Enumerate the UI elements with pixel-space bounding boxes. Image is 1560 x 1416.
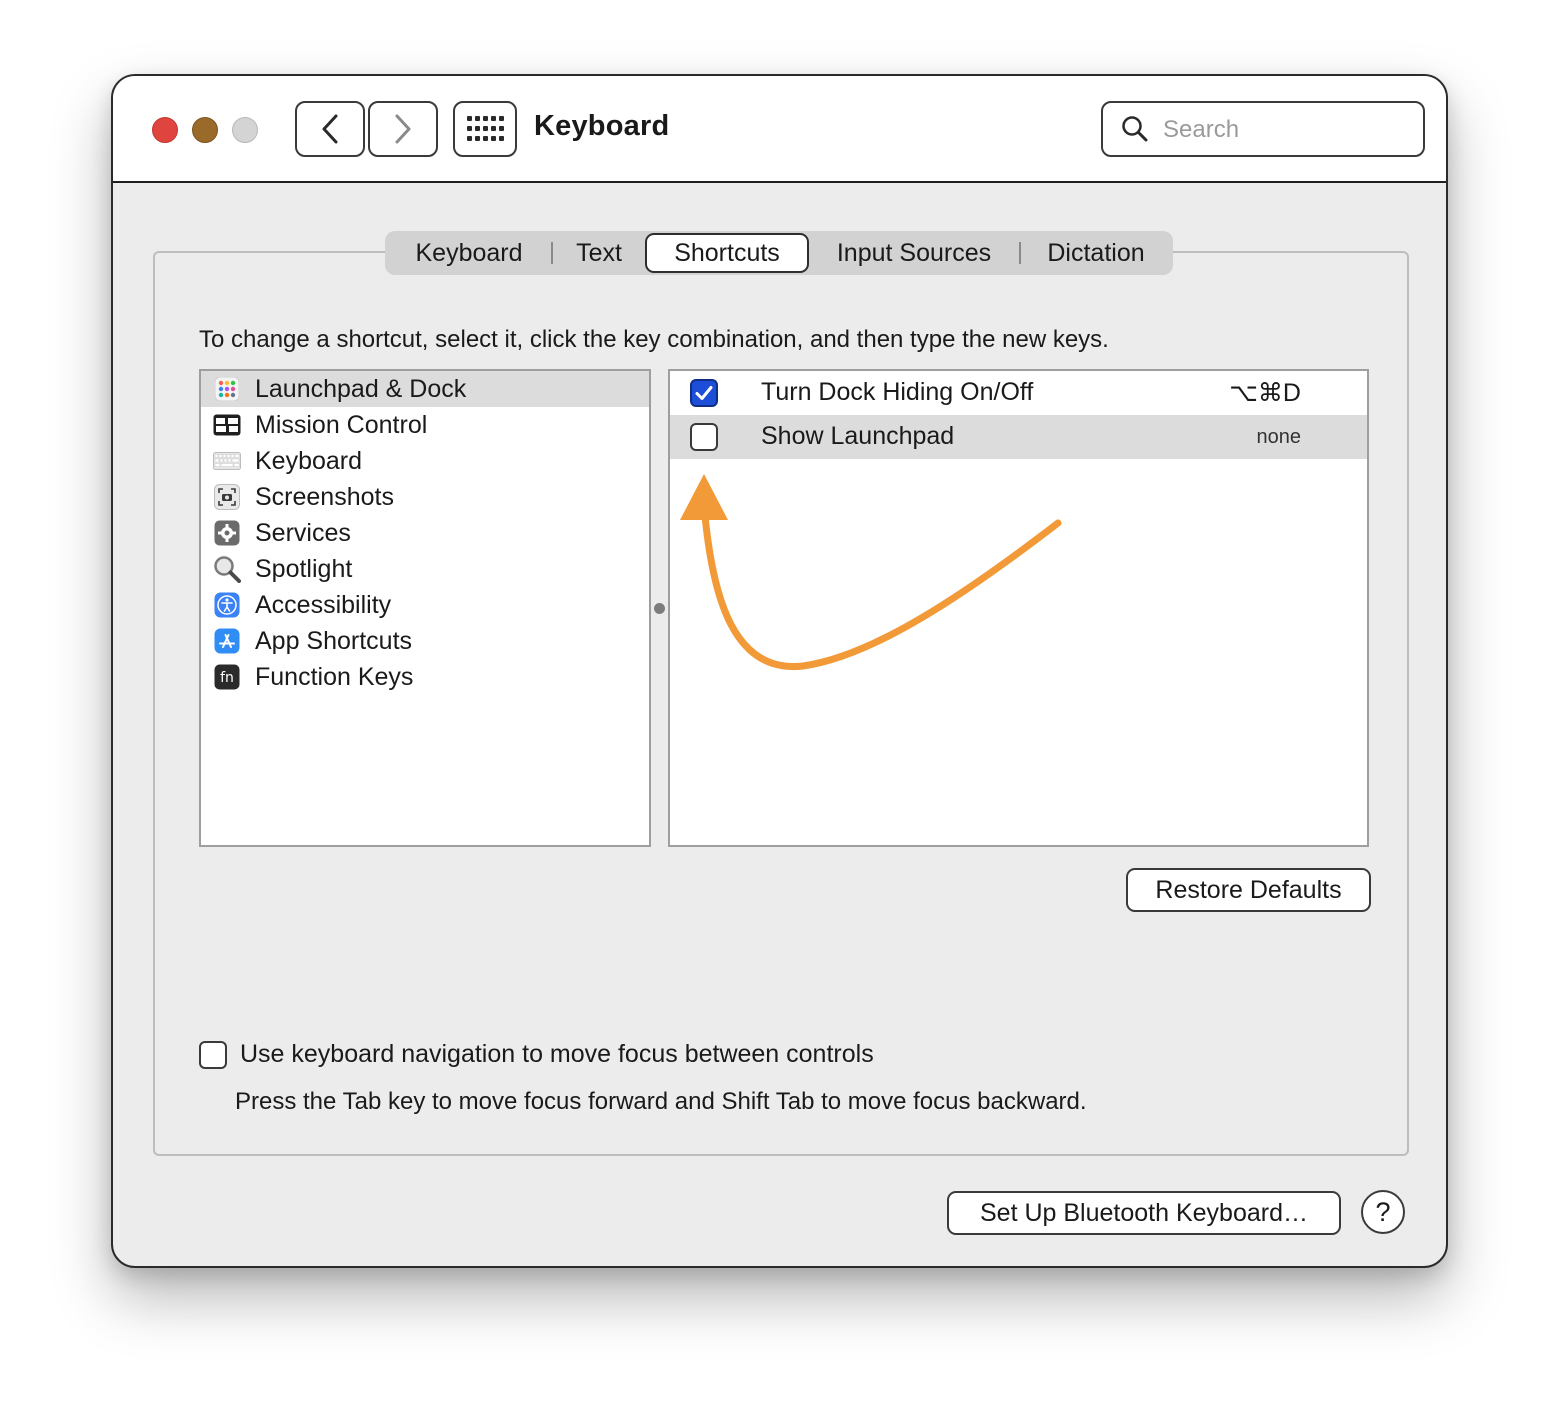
search-input[interactable] [1161, 111, 1415, 149]
setup-bluetooth-keyboard-button[interactable]: Set Up Bluetooth Keyboard… [947, 1191, 1341, 1235]
back-button[interactable] [295, 101, 365, 157]
gear-icon [213, 519, 241, 547]
category-screenshots[interactable]: Screenshots [201, 479, 649, 515]
help-button[interactable]: ? [1361, 1190, 1405, 1234]
instructions-text: To change a shortcut, select it, click t… [199, 326, 1109, 353]
category-label: Accessibility [255, 590, 392, 619]
category-label: App Shortcuts [255, 626, 413, 655]
tab-text[interactable]: Text [553, 233, 645, 273]
category-mission-control[interactable]: Mission Control [201, 407, 649, 443]
title-bar: Keyboard [113, 76, 1446, 183]
shortcut-label: Turn Dock Hiding On/Off [761, 378, 1034, 406]
shortcut-enabled-checkbox[interactable] [690, 423, 718, 451]
restore-defaults-button[interactable]: Restore Defaults [1126, 868, 1371, 912]
tab-keyboard[interactable]: Keyboard [387, 233, 551, 273]
keyboard-icon [213, 447, 241, 475]
shortcut-enabled-checkbox[interactable] [690, 379, 718, 407]
launchpad-icon [213, 375, 241, 403]
category-spotlight[interactable]: Spotlight [201, 551, 649, 587]
grid-icon [467, 116, 504, 141]
category-keyboard[interactable]: Keyboard [201, 443, 649, 479]
fn-key-icon: fn [213, 663, 241, 691]
screenshot-icon [213, 483, 241, 511]
category-label: Keyboard [255, 446, 363, 475]
category-label: Spotlight [255, 554, 353, 583]
category-label: Launchpad & Dock [255, 374, 467, 403]
keyboard-navigation-description: Press the Tab key to move focus forward … [235, 1088, 1087, 1115]
tab-dictation[interactable]: Dictation [1021, 233, 1171, 273]
svg-text:fn: fn [220, 670, 234, 686]
shortcut-list[interactable]: Turn Dock Hiding On/Off ⌥⌘D Show Launchp… [668, 369, 1369, 847]
keyboard-navigation-checkbox[interactable] [199, 1041, 227, 1069]
shortcut-row-dock-hiding[interactable]: Turn Dock Hiding On/Off ⌥⌘D [670, 371, 1367, 415]
category-app-shortcuts[interactable]: App Shortcuts [201, 623, 649, 659]
category-label: Services [255, 518, 351, 547]
magnifier-icon [213, 555, 241, 583]
shortcut-label: Show Launchpad [761, 422, 955, 450]
zoom-button[interactable] [232, 117, 258, 143]
category-launchpad-dock[interactable]: Launchpad & Dock [201, 371, 649, 407]
shortcut-row-show-launchpad[interactable]: Show Launchpad none [670, 415, 1367, 459]
category-accessibility[interactable]: Accessibility [201, 587, 649, 623]
show-all-button[interactable] [453, 101, 517, 157]
close-button[interactable] [152, 117, 178, 143]
chevron-right-icon [395, 114, 411, 144]
shortcut-key-combo[interactable]: none [1257, 426, 1302, 449]
tab-bar: Keyboard Text Shortcuts Input Sources Di… [385, 231, 1173, 275]
category-list[interactable]: Launchpad & Dock Mission Control Keyboar… [199, 369, 651, 847]
category-function-keys[interactable]: fn Function Keys [201, 659, 649, 695]
minimize-button[interactable] [192, 117, 218, 143]
search-icon [1122, 116, 1148, 142]
tab-shortcuts[interactable]: Shortcuts [645, 233, 809, 273]
preferences-window: Keyboard Keyboard Text Shortcuts Input S… [111, 74, 1448, 1268]
tab-input-sources[interactable]: Input Sources [809, 233, 1019, 273]
chevron-left-icon [322, 114, 338, 144]
category-label: Mission Control [255, 410, 428, 439]
forward-button[interactable] [368, 101, 438, 157]
app-store-icon [213, 627, 241, 655]
checkmark-icon [695, 386, 713, 400]
mission-control-icon [213, 411, 241, 439]
window-title: Keyboard [534, 110, 670, 142]
accessibility-icon [213, 591, 241, 619]
keyboard-navigation-label: Use keyboard navigation to move focus be… [240, 1040, 874, 1068]
split-view-divider-handle[interactable] [654, 603, 665, 614]
category-label: Function Keys [255, 662, 414, 691]
category-services[interactable]: Services [201, 515, 649, 551]
search-field[interactable] [1101, 101, 1425, 157]
shortcut-key-combo[interactable]: ⌥⌘D [1229, 378, 1301, 408]
category-label: Screenshots [255, 482, 394, 511]
